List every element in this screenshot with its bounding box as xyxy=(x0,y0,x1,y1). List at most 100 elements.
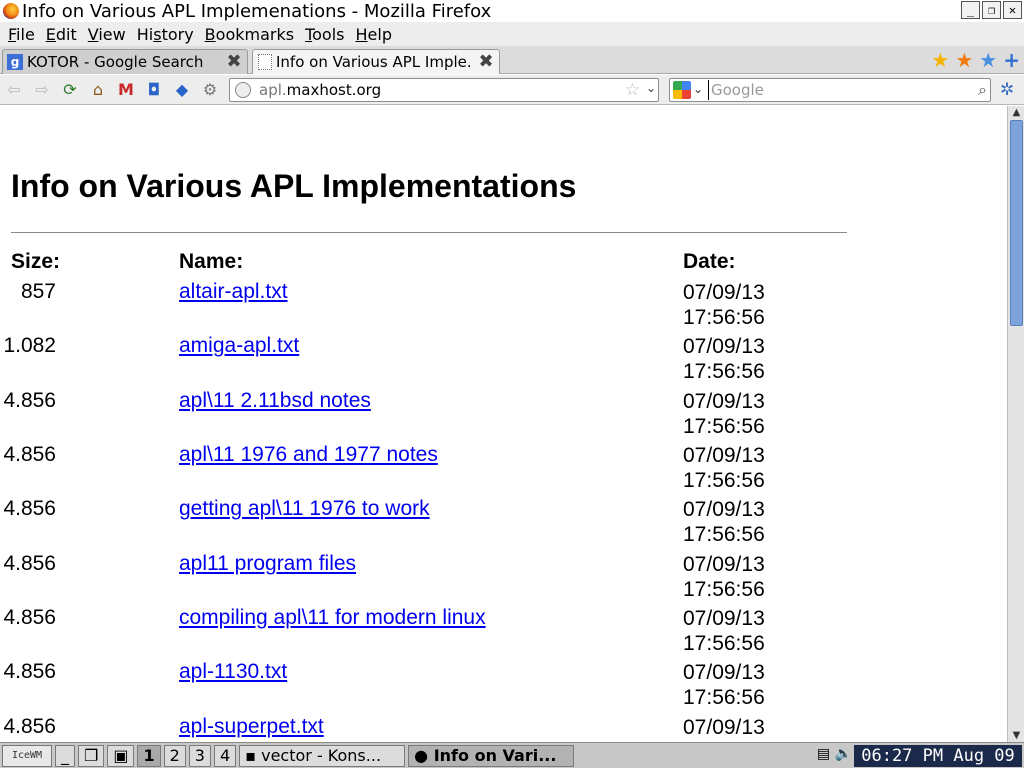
url-bar[interactable]: apl.maxhost.org ☆ ⌄ xyxy=(229,78,659,102)
file-date: 07/09/13 17:56:56 xyxy=(683,606,765,656)
url-text[interactable]: apl.maxhost.org xyxy=(259,81,381,99)
search-input[interactable] xyxy=(708,80,968,100)
file-date: 07/09/13 17:56:56 xyxy=(683,443,765,493)
menu-item[interactable]: View xyxy=(88,25,126,44)
gmail-icon[interactable]: M xyxy=(116,80,136,100)
file-link[interactable]: altair-apl.txt xyxy=(179,280,288,304)
file-link[interactable]: apl-1130.txt xyxy=(179,660,287,684)
terminal-icon[interactable]: ▣ xyxy=(107,744,135,767)
tab-apl-info[interactable]: Info on Various APL Imple... ✖ xyxy=(252,49,500,74)
column-header-name: Name: xyxy=(179,250,244,273)
menu-item[interactable]: Tools xyxy=(305,25,344,44)
file-date: 07/09/13 17:56:56 xyxy=(683,552,765,602)
site-identity-icon[interactable] xyxy=(235,82,251,98)
file-link[interactable]: apl11 program files xyxy=(179,552,356,576)
chevron-down-icon[interactable]: ⌄ xyxy=(693,82,703,96)
scroll-down-icon[interactable]: ▼ xyxy=(1010,729,1023,742)
close-icon[interactable]: ✕ xyxy=(1003,1,1022,19)
bookmark-star-icon[interactable]: ★ xyxy=(955,50,973,70)
file-date-time: 17:56:56 xyxy=(683,523,765,546)
file-date-day: 07/09/13 xyxy=(683,444,765,467)
tab-label: KOTOR - Google Search xyxy=(27,53,204,71)
menu-item[interactable]: History xyxy=(137,25,194,44)
divider xyxy=(11,232,847,233)
show-desktop-icon[interactable]: _ xyxy=(55,744,75,767)
desktop-1-button[interactable]: 1 xyxy=(137,744,161,767)
volume-icon[interactable]: 🔈 xyxy=(835,746,852,762)
search-bar: ⌄ ⌕ xyxy=(669,78,991,102)
search-icon[interactable]: ⌕ xyxy=(978,80,987,100)
file-date: 07/09/13 17:56:56 xyxy=(683,660,765,710)
menu-item[interactable]: File xyxy=(8,25,35,44)
taskbar-window-firefox[interactable]: ● Info on Vari... xyxy=(408,744,575,767)
file-size: 4.856 xyxy=(3,660,56,683)
back-icon[interactable]: ⇦ xyxy=(4,80,24,100)
desktop-4-button[interactable]: 4 xyxy=(213,744,237,767)
file-link[interactable]: apl\11 1976 and 1977 notes xyxy=(179,443,438,467)
minimize-icon[interactable]: _ xyxy=(961,1,980,19)
file-date-day: 07/09/13 xyxy=(683,661,765,684)
file-size: 4.856 xyxy=(3,715,56,738)
desktop-2-button[interactable]: 2 xyxy=(163,744,186,767)
home-icon[interactable]: ⌂ xyxy=(88,80,108,100)
file-size: 4.856 xyxy=(3,606,56,629)
file-date: 07/09/13 17:56:56 xyxy=(683,334,765,384)
file-size: 4.856 xyxy=(3,497,56,520)
start-menu-button[interactable]: IceWM xyxy=(2,744,52,767)
title-bar: Info on Various APL Implemenations - Moz… xyxy=(0,0,1024,22)
bookmark-page-star-icon[interactable]: ☆ xyxy=(625,80,640,100)
file-date-day: 07/09/13 xyxy=(683,390,765,413)
file-date-day: 07/09/13 xyxy=(683,607,765,630)
file-date-time: 17:56:56 xyxy=(683,360,765,383)
file-link[interactable]: apl\11 2.11bsd notes xyxy=(179,389,371,413)
bookmark-toolbar: ★ ★ ★ + xyxy=(931,50,1020,70)
file-date-day: 07/09/13 xyxy=(683,281,765,304)
google-favicon-icon: g xyxy=(7,54,23,70)
taskbar-window-konsole[interactable]: ▪ vector - Kons... xyxy=(239,744,406,767)
bookmark-star-icon[interactable]: ★ xyxy=(931,50,949,70)
file-date-time: 17:56:56 xyxy=(683,469,765,492)
maximize-icon[interactable]: ❐ xyxy=(982,1,1001,19)
scroll-up-icon[interactable]: ▲ xyxy=(1010,106,1023,119)
file-link[interactable]: getting apl\11 1976 to work xyxy=(179,497,430,521)
tab-close-icon[interactable]: ✖ xyxy=(225,53,243,71)
tab-kotor-search[interactable]: g KOTOR - Google Search ✖ xyxy=(2,49,248,74)
page-favicon-icon xyxy=(258,54,272,70)
bookmark-star-icon[interactable]: ★ xyxy=(979,50,997,70)
file-link[interactable]: amiga-apl.txt xyxy=(179,334,299,358)
screen: Info on Various APL Implemenations - Moz… xyxy=(0,0,1024,768)
window-list-icon[interactable]: ❐ xyxy=(78,744,105,767)
file-date: 07/09/13 xyxy=(683,715,765,740)
window-title: Info on Various APL Implemenations - Moz… xyxy=(22,0,492,22)
file-date-day: 07/09/13 xyxy=(683,553,765,576)
tab-label: Info on Various APL Imple... xyxy=(276,53,471,71)
file-link[interactable]: compiling apl\11 for modern linux xyxy=(179,606,486,630)
search-tool-icon[interactable]: ◘ xyxy=(144,80,164,100)
desktop-3-button[interactable]: 3 xyxy=(188,744,211,767)
file-link[interactable]: apl-superpet.txt xyxy=(179,715,324,739)
file-size: 4.856 xyxy=(3,552,56,575)
menu-item[interactable]: Bookmarks xyxy=(205,25,294,44)
forward-icon[interactable]: ⇨ xyxy=(32,80,52,100)
file-date-time: 17:56:56 xyxy=(683,415,765,438)
menu-item[interactable]: Edit xyxy=(46,25,77,44)
menu-item[interactable]: Help xyxy=(356,25,392,44)
firefox-logo-icon xyxy=(3,3,19,19)
file-date-time: 17:56:56 xyxy=(683,686,765,709)
page-content: Info on Various APL Implementations Size… xyxy=(0,106,1007,742)
klipper-icon[interactable]: ▤ xyxy=(817,746,830,762)
scroll-thumb[interactable] xyxy=(1010,120,1023,326)
file-date-time: 17:56:56 xyxy=(683,578,765,601)
reload-icon[interactable]: ⟳ xyxy=(60,80,80,100)
extension-icon[interactable]: ✲ xyxy=(1000,80,1014,100)
google-engine-icon[interactable] xyxy=(673,81,691,99)
gear-icon[interactable]: ⚙ xyxy=(200,80,220,100)
addon-icon[interactable]: ◆ xyxy=(172,80,192,100)
vertical-scrollbar[interactable]: ▲ ▼ xyxy=(1007,106,1024,742)
tab-close-icon[interactable]: ✖ xyxy=(477,53,495,71)
file-size: 4.856 xyxy=(3,443,56,466)
clock: 06:27 PM Aug 09 xyxy=(854,745,1022,767)
taskbar: IceWM _ ❐ ▣ 1 2 3 4 ▪ vector - Kons... ●… xyxy=(0,742,1024,768)
chevron-down-icon[interactable]: ⌄ xyxy=(646,81,656,95)
new-tab-icon[interactable]: + xyxy=(1003,50,1020,70)
